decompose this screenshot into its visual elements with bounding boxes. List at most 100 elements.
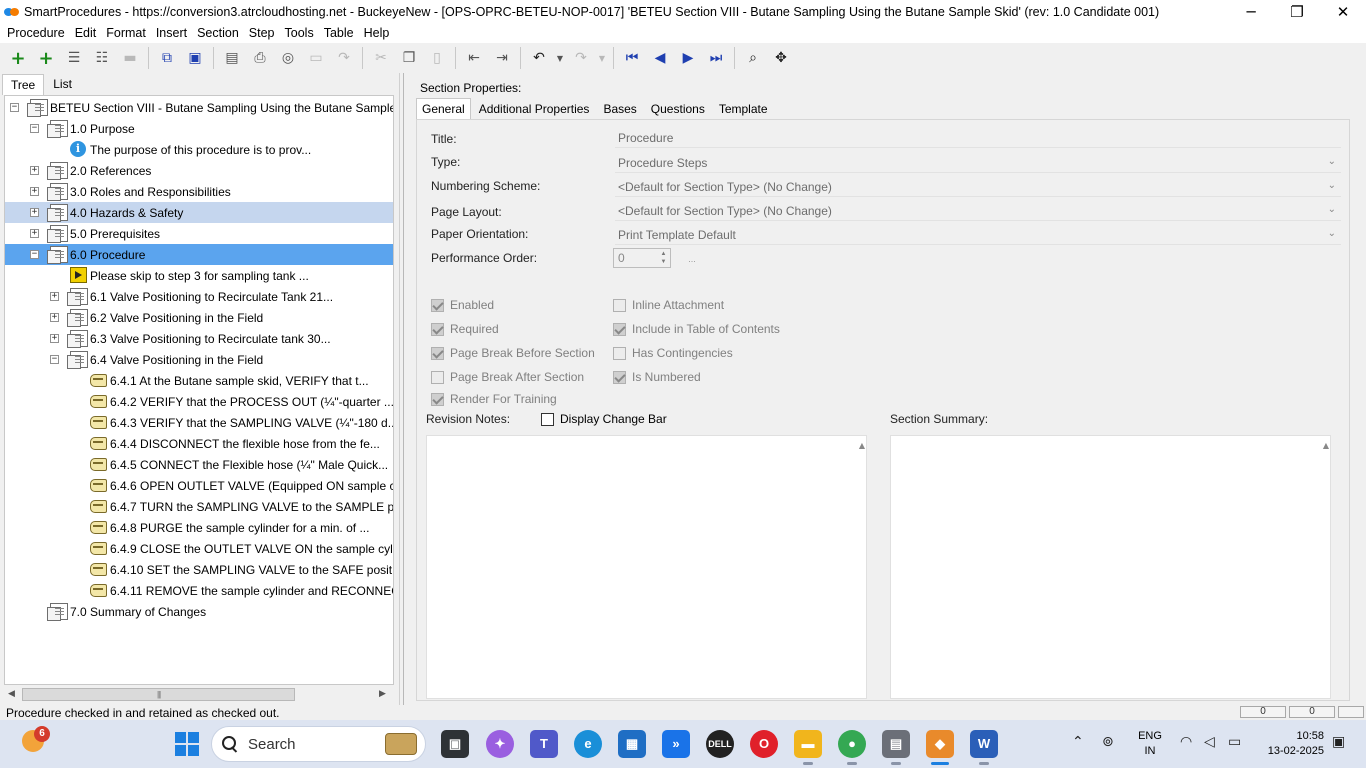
print-preview-icon[interactable]: ▤ xyxy=(221,47,243,69)
section-summary-textarea[interactable]: ▲ xyxy=(890,435,1331,699)
tray-overflow-icon[interactable]: ⌃ xyxy=(1072,734,1084,750)
task-view-icon[interactable]: ▣ xyxy=(441,730,469,758)
copy-icon[interactable]: ❐ xyxy=(398,47,420,69)
panel-splitter[interactable] xyxy=(399,73,406,705)
tab-additional-properties[interactable]: Additional Properties xyxy=(473,98,596,120)
move-icon[interactable]: ✥ xyxy=(770,47,792,69)
tree-node[interactable]: +6.3 Valve Positioning to Recirculate ta… xyxy=(5,328,393,349)
revision-notes-textarea[interactable]: ▲ xyxy=(426,435,867,699)
expand-icon[interactable]: + xyxy=(50,313,59,322)
undo-dropdown-icon[interactable]: ▼ xyxy=(556,47,564,69)
paste-icon[interactable]: ▯ xyxy=(426,47,448,69)
menu-tools[interactable]: Tools xyxy=(280,26,319,40)
previous-icon[interactable]: ◀ xyxy=(649,47,671,69)
resize-grip-icon[interactable] xyxy=(1338,706,1364,718)
first-icon[interactable]: ⏮ xyxy=(621,47,643,69)
remote-app-icon[interactable]: ▤ xyxy=(882,730,910,765)
opera-icon[interactable]: O xyxy=(750,730,778,758)
tree-node[interactable]: i The purpose of this procedure is to pro… xyxy=(5,139,393,160)
next-icon[interactable]: ▶ xyxy=(677,47,699,69)
menu-step[interactable]: Step xyxy=(244,26,280,40)
tree-node[interactable]: +4.0 Hazards & Safety xyxy=(5,202,393,223)
title-field[interactable]: Procedure xyxy=(615,128,1341,148)
tree-node[interactable]: +2.0 References xyxy=(5,160,393,181)
scroll-up-icon[interactable]: ▲ xyxy=(1323,441,1329,450)
tree-node[interactable]: 6.4.3 VERIFY that the SAMPLING VALVE (¼"… xyxy=(5,412,393,433)
dell-icon[interactable]: DELL xyxy=(706,730,734,758)
minimize-button[interactable]: ─ xyxy=(1228,0,1274,23)
include-in-toc-checkbox[interactable]: Include in Table of Contents xyxy=(613,322,780,336)
tab-general[interactable]: General xyxy=(416,98,471,120)
tab-template[interactable]: Template xyxy=(713,98,774,120)
list-icon[interactable]: ☰ xyxy=(63,47,85,69)
tree-node[interactable]: +5.0 Prerequisites xyxy=(5,223,393,244)
expand-icon[interactable]: + xyxy=(50,334,59,343)
cut-icon[interactable]: ✂ xyxy=(370,47,392,69)
tree-node[interactable]: +3.0 Roles and Responsibilities xyxy=(5,181,393,202)
network-status-icon[interactable]: ⊚ xyxy=(1102,734,1114,750)
enabled-checkbox[interactable]: Enabled xyxy=(431,298,494,312)
expand-icon[interactable]: + xyxy=(30,208,39,217)
redo-icon[interactable]: ↷ xyxy=(570,47,592,69)
menu-table[interactable]: Table xyxy=(319,26,359,40)
tree-node[interactable]: − 1.0 Purpose xyxy=(5,118,393,139)
type-select[interactable]: Procedure Steps ⌄ xyxy=(615,153,1341,173)
scroll-right-icon[interactable]: ▶ xyxy=(379,689,386,699)
spell-check-icon[interactable]: ◎ xyxy=(277,47,299,69)
tree-node[interactable]: 6.4.7 TURN the SAMPLING VALVE to the SAM… xyxy=(5,496,393,517)
tree-node[interactable]: 6.4.4 DISCONNECT the flexible hose from … xyxy=(5,433,393,454)
find-icon[interactable]: ⌕ xyxy=(742,47,764,69)
expand-icon[interactable]: + xyxy=(30,166,39,175)
redo-format-icon[interactable]: ↷ xyxy=(333,47,355,69)
redo-dropdown-icon[interactable]: ▼ xyxy=(598,47,606,69)
tree-node[interactable]: +6.2 Valve Positioning in the Field xyxy=(5,307,393,328)
taskbar-search[interactable]: Search xyxy=(211,726,426,762)
menu-help[interactable]: Help xyxy=(359,26,395,40)
smartprocedures-taskbar-icon[interactable]: ◆ xyxy=(926,730,954,765)
display-change-bar-checkbox[interactable]: Display Change Bar xyxy=(541,412,667,426)
scroll-up-icon[interactable]: ▲ xyxy=(859,441,865,450)
word-icon[interactable]: W xyxy=(970,730,998,765)
chrome-icon[interactable]: ● xyxy=(838,730,866,765)
page-layout-select[interactable]: <Default for Section Type> (No Change) ⌄ xyxy=(615,201,1341,221)
expand-icon[interactable]: + xyxy=(30,187,39,196)
system-clock[interactable]: 10:58 13-02-2025 xyxy=(1254,729,1324,759)
start-button[interactable] xyxy=(175,732,199,756)
spinner-arrows-icon[interactable]: ▲ ▼ xyxy=(658,250,669,266)
add-subsection-icon[interactable]: + xyxy=(35,47,57,69)
edge-icon[interactable]: e xyxy=(574,730,602,758)
tree-node[interactable]: 6.4.2 VERIFY that the PROCESS OUT (¼"-qu… xyxy=(5,391,393,412)
tree-node[interactable]: 6.4.11 REMOVE the sample cylinder and RE… xyxy=(5,580,393,601)
save-copy-icon[interactable]: ⧉ xyxy=(156,47,178,69)
paper-orientation-select[interactable]: Print Template Default ⌄ xyxy=(615,225,1341,245)
teams-icon[interactable]: T xyxy=(530,730,558,758)
performance-order-stepper[interactable]: 0 ▲ ▼ xyxy=(613,248,671,268)
tree-node[interactable]: +6.1 Valve Positioning to Recirculate Ta… xyxy=(5,286,393,307)
remove-icon[interactable]: ▬ xyxy=(119,47,141,69)
add-section-icon[interactable]: + xyxy=(7,47,29,69)
performance-order-browse-button[interactable]: ... xyxy=(681,250,703,268)
store-icon[interactable]: ▦ xyxy=(618,730,646,758)
form-icon[interactable]: ▭ xyxy=(305,47,327,69)
tree-node[interactable]: Please skip to step 3 for sampling tank … xyxy=(5,265,393,286)
tab-tree[interactable]: Tree xyxy=(2,74,45,95)
copilot-icon[interactable]: ✦ xyxy=(486,730,514,758)
expand-icon[interactable]: + xyxy=(30,229,39,238)
tree-node[interactable]: 6.4.10 SET the SAMPLING VALVE to the SAF… xyxy=(5,559,393,580)
file-explorer-icon[interactable]: ▬ xyxy=(794,730,822,765)
power-automate-icon[interactable]: » xyxy=(662,730,690,758)
collapse-icon[interactable]: − xyxy=(10,103,19,112)
menu-format[interactable]: Format xyxy=(101,26,151,40)
collapse-icon[interactable]: − xyxy=(50,355,59,364)
tree-node[interactable]: 7.0 Summary of Changes xyxy=(5,601,393,622)
tree-horizontal-scrollbar[interactable]: ◀ ||| ▶ xyxy=(4,686,394,703)
tree-node[interactable]: 6.4.9 CLOSE the OUTLET VALVE ON the samp… xyxy=(5,538,393,559)
tree-node[interactable]: − BETEU Section VIII - Butane Sampling Us… xyxy=(5,97,393,118)
has-contingencies-checkbox[interactable]: Has Contingencies xyxy=(613,346,733,360)
menu-procedure[interactable]: Procedure xyxy=(2,26,70,40)
volume-icon[interactable]: ◁ xyxy=(1204,734,1215,750)
undo-icon[interactable]: ↶ xyxy=(528,47,550,69)
menu-insert[interactable]: Insert xyxy=(151,26,192,40)
menu-section[interactable]: Section xyxy=(192,26,244,40)
tab-list[interactable]: List xyxy=(44,73,81,95)
